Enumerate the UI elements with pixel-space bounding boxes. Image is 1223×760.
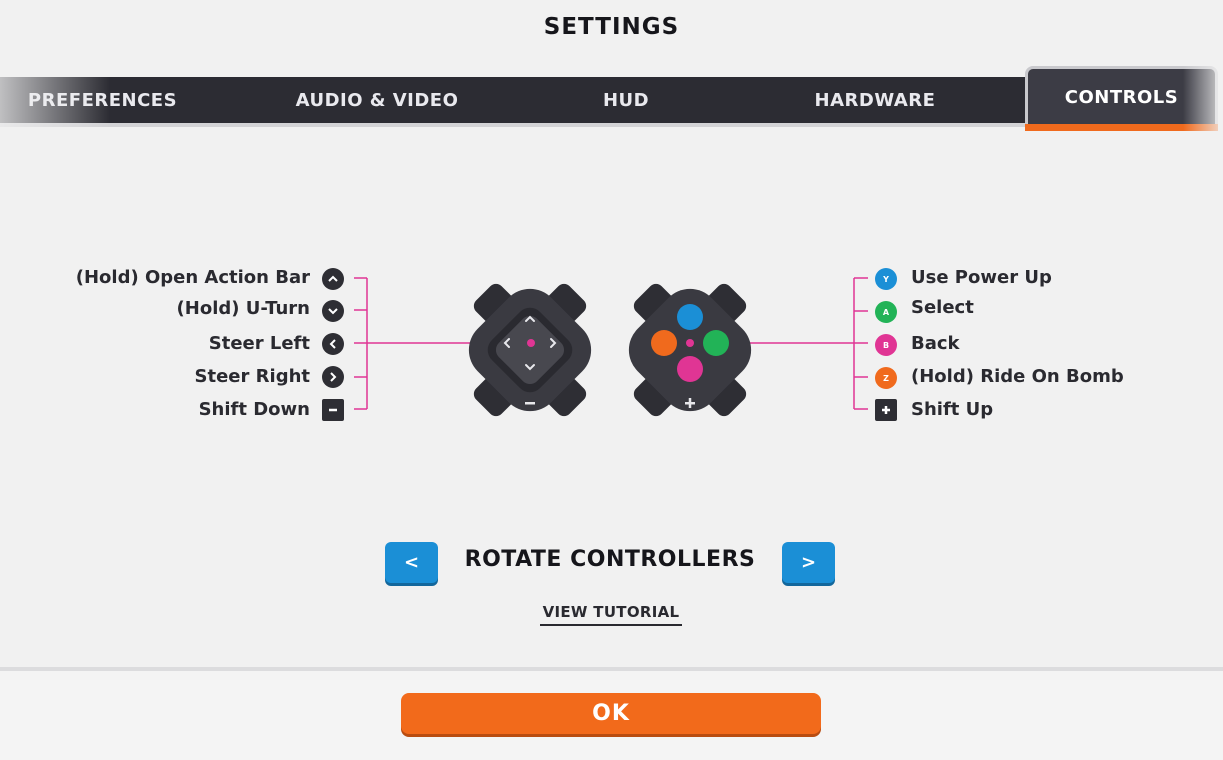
view-tutorial-link[interactable]: VIEW TUTORIAL: [540, 603, 682, 626]
mapping-label-steer-left: Steer Left: [208, 333, 310, 354]
right-controller: [628, 283, 752, 417]
rotate-next-button[interactable]: >: [782, 542, 835, 583]
chevron-down-icon: [322, 300, 344, 322]
y-button-icon: Y: [875, 268, 897, 290]
mapping-label-steer-right: Steer Right: [194, 366, 310, 387]
mapping-label-shift-up: Shift Up: [911, 399, 994, 420]
a-button-icon: A: [875, 301, 897, 323]
plus-icon: [875, 399, 897, 421]
chevron-right-icon: [322, 366, 344, 388]
mapping-label-select: Select: [911, 297, 974, 318]
mapping-label-u-turn: (Hold) U-Turn: [176, 298, 310, 319]
mapping-label-shift-down: Shift Down: [198, 399, 310, 420]
rotate-prev-button[interactable]: <: [385, 542, 438, 583]
ok-button[interactable]: OK: [401, 693, 821, 734]
mapping-label-use-power-up: Use Power Up: [911, 267, 1052, 288]
left-controller: [468, 283, 592, 417]
rotate-controllers-label: ROTATE CONTROLLERS: [464, 547, 756, 572]
chevron-left-icon: [322, 333, 344, 355]
b-button-icon: B: [875, 334, 897, 356]
chevron-up-icon: [322, 268, 344, 290]
mapping-label-back: Back: [911, 333, 960, 354]
minus-icon: [322, 399, 344, 421]
mapping-label-ride-on-bomb: (Hold) Ride On Bomb: [911, 366, 1124, 387]
mapping-label-open-action-bar: (Hold) Open Action Bar: [75, 267, 310, 288]
z-button-icon: Z: [875, 367, 897, 389]
